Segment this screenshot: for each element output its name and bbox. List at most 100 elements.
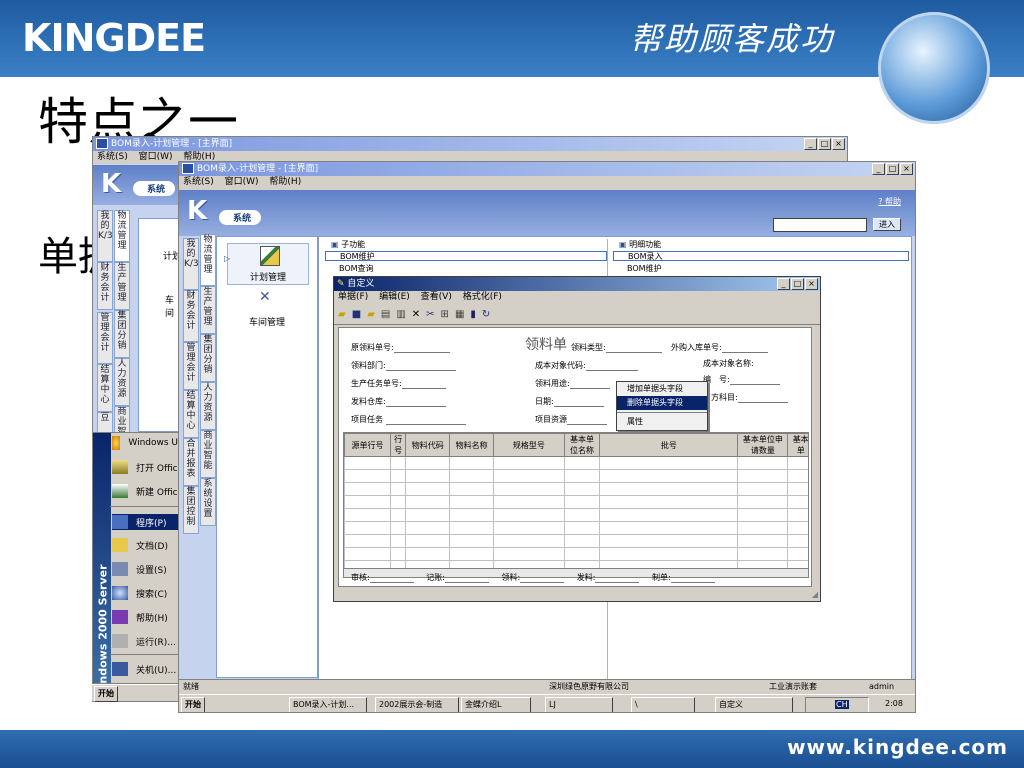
- footer-post[interactable]: 记账:: [426, 573, 445, 582]
- front-tab-my-k3[interactable]: 我的K/3: [183, 238, 199, 290]
- back-tab-group[interactable]: 集团分销: [114, 310, 130, 358]
- taskbar-item-bom[interactable]: BOM录入-计划...: [289, 697, 367, 712]
- back-tab-production[interactable]: 生产管理: [114, 262, 130, 310]
- resize-grip-icon[interactable]: ◢: [812, 590, 818, 599]
- properties-icon[interactable]: ▤: [381, 309, 390, 320]
- maximize-button[interactable]: □: [886, 163, 899, 175]
- taskbar-item-customize[interactable]: 自定义: [715, 697, 793, 712]
- field-account[interactable]: 方科目:: [711, 392, 788, 403]
- front-tab-group-control[interactable]: 集团控制: [183, 486, 199, 534]
- refresh-icon[interactable]: ↻: [482, 309, 490, 320]
- table-row[interactable]: [344, 456, 808, 470]
- col-src-row[interactable]: 源单行号: [344, 433, 391, 457]
- col-row[interactable]: 行号: [389, 433, 407, 457]
- field-cost-code[interactable]: 成本对象代码:: [535, 360, 638, 371]
- col-name[interactable]: 物料名称: [449, 433, 495, 457]
- taskbar-item-lj[interactable]: LJ: [545, 697, 613, 712]
- back-tab-my-k3[interactable]: 我的K/3: [97, 210, 113, 262]
- menu-add-header-field[interactable]: 增加单据头字段: [617, 382, 707, 396]
- menu-help[interactable]: 帮助(H): [269, 177, 301, 187]
- field-bill-type[interactable]: 领料类型:: [571, 342, 662, 353]
- table-row[interactable]: [344, 547, 808, 561]
- delete-icon[interactable]: ✕: [412, 309, 420, 320]
- system-pill[interactable]: 系统: [219, 210, 262, 225]
- table-row[interactable]: [344, 495, 808, 509]
- menu-document[interactable]: 单据(F): [338, 292, 368, 302]
- subfunc-item-bom-maintain[interactable]: BOM维护: [325, 251, 607, 261]
- table-row[interactable]: [344, 534, 808, 548]
- folder-icon[interactable]: ▰: [367, 309, 375, 320]
- col-batch[interactable]: 批号: [599, 433, 739, 457]
- col-base[interactable]: 基本单: [787, 433, 808, 457]
- detail-item-bom-maintain[interactable]: BOM维护: [627, 263, 662, 274]
- back-tab-settlement[interactable]: 结算中心: [97, 364, 113, 412]
- menu-window[interactable]: 窗口(W): [225, 177, 259, 187]
- close-button[interactable]: ×: [832, 138, 845, 150]
- field-dept[interactable]: 领料部门:: [351, 360, 456, 371]
- dialog-titlebar[interactable]: ✎ 自定义 _ □ ×: [334, 277, 820, 291]
- field-project-resource[interactable]: 项目资源: [535, 414, 607, 425]
- lock-icon[interactable]: ▮: [470, 309, 476, 320]
- entry-grid[interactable]: 源单行号 行号 物料代码 物料名称 规格型号 基本单位名称 批号 基本单位申请数…: [343, 432, 809, 570]
- start-item-settings[interactable]: 设置(S): [112, 562, 178, 576]
- back-tab-finance[interactable]: 财务会计: [97, 262, 113, 310]
- minimize-button[interactable]: _: [777, 278, 790, 290]
- minimize-button[interactable]: _: [872, 163, 885, 175]
- front-tab-logistics[interactable]: 物流管理: [200, 234, 216, 286]
- detail-item-bom-entry[interactable]: BOM录入: [613, 251, 909, 261]
- front-tab-system-settings[interactable]: 系统设置: [200, 478, 216, 526]
- front-tab-production[interactable]: 生产管理: [200, 286, 216, 334]
- back-tab-hr[interactable]: 人力资源: [114, 358, 130, 406]
- ime-indicator[interactable]: CH: [835, 700, 849, 709]
- save-icon[interactable]: ■: [352, 309, 361, 320]
- start-item-search[interactable]: 搜索(C): [112, 586, 178, 600]
- back-tab-logistics[interactable]: 物流管理: [114, 210, 130, 262]
- table-row[interactable]: [344, 482, 808, 496]
- start-item-open-office[interactable]: 打开 Offic: [112, 460, 178, 474]
- col-apply-qty[interactable]: 基本单位申请数量: [737, 433, 789, 457]
- col-unit[interactable]: 基本单位名称: [563, 433, 601, 457]
- table-row[interactable]: [344, 508, 808, 522]
- menu-properties[interactable]: 属性: [617, 415, 707, 429]
- back-tab-management[interactable]: 管理会计: [97, 312, 113, 364]
- front-tab-bi[interactable]: 商业智能: [200, 430, 216, 478]
- field-cost-name[interactable]: 成本对象名称:: [703, 358, 754, 369]
- back-start-button[interactable]: 开始: [94, 686, 118, 702]
- open-icon[interactable]: ▰: [338, 309, 346, 320]
- field-task-no[interactable]: 生产任务单号:: [351, 378, 446, 389]
- start-button[interactable]: 开始: [181, 697, 205, 712]
- module-plan-tile[interactable]: ▷ 计划管理: [224, 243, 309, 285]
- field-project-task[interactable]: 项目任务: [351, 414, 466, 425]
- help-link[interactable]: ? 帮助: [878, 196, 901, 207]
- search-input[interactable]: [773, 218, 867, 232]
- module-workshop-label[interactable]: 车间管理: [249, 315, 285, 328]
- maximize-button[interactable]: □: [818, 138, 831, 150]
- close-button[interactable]: ×: [900, 163, 913, 175]
- start-item-windows-update[interactable]: Windows U: [112, 436, 178, 450]
- front-window-titlebar[interactable]: BOM录入-计划管理 - [主界面] _ □ ×: [179, 162, 915, 176]
- field-orig-bill-no[interactable]: 原领料单号:: [351, 342, 450, 353]
- close-button[interactable]: ×: [805, 278, 818, 290]
- footer-issue[interactable]: 发料:: [577, 573, 596, 582]
- grid-icon[interactable]: ⊞: [441, 309, 449, 320]
- menu-window[interactable]: 窗口(W): [139, 152, 173, 162]
- taskbar-item-expo[interactable]: 2002展示会-制造: [375, 697, 459, 712]
- col-spec[interactable]: 规格型号: [493, 433, 565, 457]
- start-item-documents[interactable]: 文档(D): [112, 538, 178, 552]
- front-tab-settlement[interactable]: 结算中心: [183, 390, 199, 438]
- field-number[interactable]: 编 号:: [703, 374, 780, 385]
- start-item-help[interactable]: 帮助(H): [112, 610, 178, 624]
- field-warehouse[interactable]: 发料仓库:: [351, 396, 446, 407]
- field-purchase-no[interactable]: 外购入库单号:: [671, 342, 768, 353]
- system-pill[interactable]: 系统: [133, 181, 176, 196]
- front-tab-management[interactable]: 管理会计: [183, 342, 199, 390]
- minimize-button[interactable]: _: [804, 138, 817, 150]
- go-button[interactable]: 进入: [873, 218, 901, 231]
- menu-remove-header-field[interactable]: 删除单据头字段: [617, 396, 707, 410]
- table-icon[interactable]: ▦: [455, 309, 464, 320]
- menu-system[interactable]: 系统(S): [183, 177, 214, 187]
- menu-edit[interactable]: 编辑(E): [379, 292, 410, 302]
- subfunc-item-bom-query[interactable]: BOM查询: [339, 263, 374, 274]
- back-window-titlebar[interactable]: BOM录入-计划管理 - [主界面] _ □ ×: [93, 137, 847, 151]
- maximize-button[interactable]: □: [791, 278, 804, 290]
